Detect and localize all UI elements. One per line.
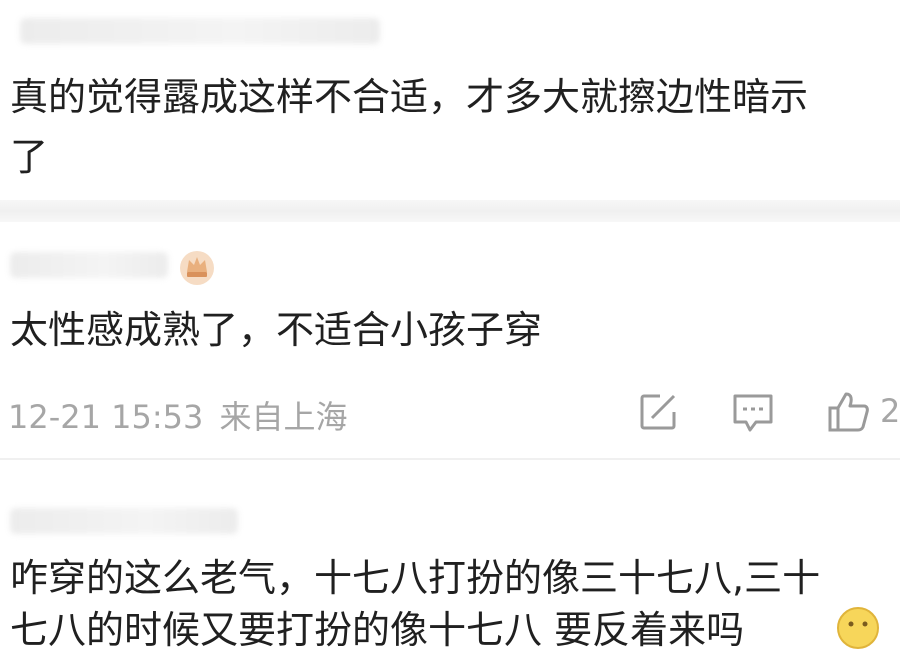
username-blurred[interactable] — [20, 18, 380, 44]
location: 来自上海 — [219, 398, 348, 436]
username-blurred[interactable] — [10, 252, 168, 278]
username-blurred[interactable] — [10, 508, 238, 534]
comment-text-line: 咋穿的这么老气，十七八打扮的像三十七八,三十 — [10, 556, 821, 600]
comment-bubble-icon[interactable] — [732, 392, 774, 434]
emoji-icon — [837, 607, 879, 649]
comment-divider — [0, 458, 900, 460]
comment-meta: 12-21 15:53 来自上海 — [8, 392, 348, 438]
crown-badge-icon — [180, 251, 214, 285]
like-count: 2 — [880, 392, 900, 430]
comment-text-line: 真的觉得露成这样不合适，才多大就擦边性暗示 — [10, 75, 809, 119]
comment-text-line: 了 — [10, 135, 49, 179]
share-square-icon[interactable] — [638, 392, 678, 432]
comment-text-line: 七八的时候又要打扮的像十七八 要反着来吗 — [10, 608, 745, 652]
thumbs-up-icon[interactable] — [826, 390, 870, 434]
timestamp: 12-21 15:53 — [8, 398, 204, 436]
comment-divider — [0, 200, 900, 222]
comment-text: 太性感成熟了，不适合小孩子穿 — [10, 308, 543, 352]
